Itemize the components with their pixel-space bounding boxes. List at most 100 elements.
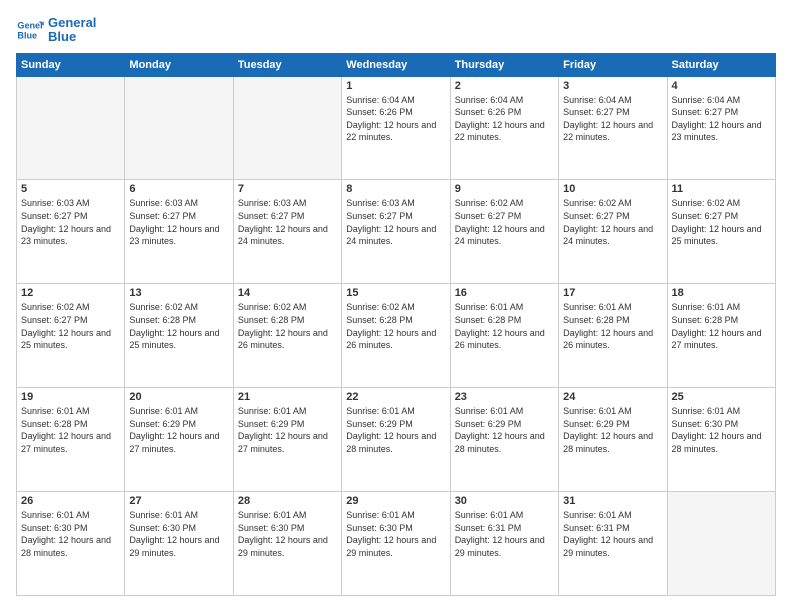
cell-info: Sunrise: 6:03 AMSunset: 6:27 PMDaylight:… [346,197,445,247]
day-number: 16 [455,287,554,299]
calendar-cell: 1 Sunrise: 6:04 AMSunset: 6:26 PMDaylight… [342,76,450,180]
calendar-cell: 15 Sunrise: 6:02 AMSunset: 6:28 PMDayligh… [342,284,450,388]
calendar-cell: 26 Sunrise: 6:01 AMSunset: 6:30 PMDayligh… [17,492,125,596]
day-number: 30 [455,495,554,507]
cell-info: Sunrise: 6:02 AMSunset: 6:27 PMDaylight:… [455,197,554,247]
calendar-cell [667,492,775,596]
weekday-header-monday: Monday [125,53,233,76]
weekday-header-sunday: Sunday [17,53,125,76]
calendar-cell: 7 Sunrise: 6:03 AMSunset: 6:27 PMDaylight… [233,180,341,284]
weekday-header-wednesday: Wednesday [342,53,450,76]
calendar-cell: 11Sunrise: 6:02 AMSunset: 6:27 PMDayligh… [667,180,775,284]
calendar-week-5: 26 Sunrise: 6:01 AMSunset: 6:30 PMDayligh… [17,492,776,596]
day-number: 22 [346,391,445,403]
day-number: 14 [238,287,337,299]
cell-info: Sunrise: 6:01 AMSunset: 6:28 PMDaylight:… [563,301,662,351]
day-number: 2 [455,80,554,92]
day-number: 25 [672,391,771,403]
calendar-cell: 17 Sunrise: 6:01 AMSunset: 6:28 PMDayligh… [559,284,667,388]
calendar-cell: 2 Sunrise: 6:04 AMSunset: 6:26 PMDaylight… [450,76,558,180]
day-number: 31 [563,495,662,507]
day-number: 9 [455,183,554,195]
cell-info: Sunrise: 6:03 AMSunset: 6:27 PMDaylight:… [21,197,120,247]
svg-text:Blue: Blue [17,31,37,41]
logo-text: GeneralBlue [48,16,96,45]
cell-info: Sunrise: 6:01 AMSunset: 6:31 PMDaylight:… [455,509,554,559]
calendar-cell: 29 Sunrise: 6:01 AMSunset: 6:30 PMDayligh… [342,492,450,596]
cell-info: Sunrise: 6:01 AMSunset: 6:29 PMDaylight:… [238,405,337,455]
cell-info: Sunrise: 6:02 AMSunset: 6:27 PMDaylight:… [672,197,771,247]
cell-info: Sunrise: 6:01 AMSunset: 6:30 PMDaylight:… [346,509,445,559]
day-number: 12 [21,287,120,299]
calendar-cell: 24Sunrise: 6:01 AMSunset: 6:29 PMDayligh… [559,388,667,492]
calendar-table: SundayMondayTuesdayWednesdayThursdayFrid… [16,53,776,596]
weekday-header-saturday: Saturday [667,53,775,76]
calendar-cell [125,76,233,180]
day-number: 21 [238,391,337,403]
cell-info: Sunrise: 6:02 AMSunset: 6:27 PMDaylight:… [21,301,120,351]
cell-info: Sunrise: 6:02 AMSunset: 6:28 PMDaylight:… [238,301,337,351]
calendar-cell [233,76,341,180]
logo-icon: General Blue [16,16,44,44]
calendar-cell: 8 Sunrise: 6:03 AMSunset: 6:27 PMDaylight… [342,180,450,284]
weekday-header-friday: Friday [559,53,667,76]
logo: General Blue GeneralBlue [16,16,96,45]
calendar-cell: 9 Sunrise: 6:02 AMSunset: 6:27 PMDaylight… [450,180,558,284]
day-number: 7 [238,183,337,195]
cell-info: Sunrise: 6:01 AMSunset: 6:30 PMDaylight:… [129,509,228,559]
day-number: 15 [346,287,445,299]
calendar-week-3: 12 Sunrise: 6:02 AMSunset: 6:27 PMDayligh… [17,284,776,388]
weekday-header-thursday: Thursday [450,53,558,76]
calendar-cell: 12 Sunrise: 6:02 AMSunset: 6:27 PMDayligh… [17,284,125,388]
page: General Blue GeneralBlue SundayMondayTue… [0,0,792,612]
calendar-cell: 21 Sunrise: 6:01 AMSunset: 6:29 PMDayligh… [233,388,341,492]
day-number: 5 [21,183,120,195]
calendar-week-2: 5 Sunrise: 6:03 AMSunset: 6:27 PMDaylight… [17,180,776,284]
day-number: 13 [129,287,228,299]
day-number: 29 [346,495,445,507]
calendar-cell: 22Sunrise: 6:01 AMSunset: 6:29 PMDayligh… [342,388,450,492]
calendar-week-4: 19 Sunrise: 6:01 AMSunset: 6:28 PMDayligh… [17,388,776,492]
day-number: 19 [21,391,120,403]
cell-info: Sunrise: 6:02 AMSunset: 6:28 PMDaylight:… [346,301,445,351]
day-number: 1 [346,80,445,92]
calendar-cell: 10 Sunrise: 6:02 AMSunset: 6:27 PMDayligh… [559,180,667,284]
cell-info: Sunrise: 6:01 AMSunset: 6:29 PMDaylight:… [455,405,554,455]
calendar-cell: 16Sunrise: 6:01 AMSunset: 6:28 PMDayligh… [450,284,558,388]
day-number: 26 [21,495,120,507]
day-number: 27 [129,495,228,507]
day-number: 20 [129,391,228,403]
day-number: 6 [129,183,228,195]
cell-info: Sunrise: 6:03 AMSunset: 6:27 PMDaylight:… [129,197,228,247]
cell-info: Sunrise: 6:02 AMSunset: 6:27 PMDaylight:… [563,197,662,247]
cell-info: Sunrise: 6:01 AMSunset: 6:31 PMDaylight:… [563,509,662,559]
cell-info: Sunrise: 6:01 AMSunset: 6:28 PMDaylight:… [672,301,771,351]
cell-info: Sunrise: 6:04 AMSunset: 6:26 PMDaylight:… [346,94,445,144]
calendar-cell: 19 Sunrise: 6:01 AMSunset: 6:28 PMDayligh… [17,388,125,492]
weekday-header-row: SundayMondayTuesdayWednesdayThursdayFrid… [17,53,776,76]
calendar-cell: 14 Sunrise: 6:02 AMSunset: 6:28 PMDayligh… [233,284,341,388]
weekday-header-tuesday: Tuesday [233,53,341,76]
day-number: 17 [563,287,662,299]
calendar-week-1: 1 Sunrise: 6:04 AMSunset: 6:26 PMDaylight… [17,76,776,180]
cell-info: Sunrise: 6:03 AMSunset: 6:27 PMDaylight:… [238,197,337,247]
header: General Blue GeneralBlue [16,16,776,45]
calendar-cell: 28Sunrise: 6:01 AMSunset: 6:30 PMDayligh… [233,492,341,596]
cell-info: Sunrise: 6:04 AMSunset: 6:26 PMDaylight:… [455,94,554,144]
day-number: 10 [563,183,662,195]
cell-info: Sunrise: 6:01 AMSunset: 6:30 PMDaylight:… [672,405,771,455]
cell-info: Sunrise: 6:04 AMSunset: 6:27 PMDaylight:… [672,94,771,144]
calendar-cell: 18Sunrise: 6:01 AMSunset: 6:28 PMDayligh… [667,284,775,388]
cell-info: Sunrise: 6:04 AMSunset: 6:27 PMDaylight:… [563,94,662,144]
calendar-cell: 4Sunrise: 6:04 AMSunset: 6:27 PMDaylight… [667,76,775,180]
calendar-cell: 5 Sunrise: 6:03 AMSunset: 6:27 PMDaylight… [17,180,125,284]
cell-info: Sunrise: 6:01 AMSunset: 6:29 PMDaylight:… [129,405,228,455]
calendar-cell: 25 Sunrise: 6:01 AMSunset: 6:30 PMDayligh… [667,388,775,492]
cell-info: Sunrise: 6:01 AMSunset: 6:30 PMDaylight:… [21,509,120,559]
calendar-cell: 31 Sunrise: 6:01 AMSunset: 6:31 PMDayligh… [559,492,667,596]
cell-info: Sunrise: 6:01 AMSunset: 6:28 PMDaylight:… [21,405,120,455]
day-number: 24 [563,391,662,403]
day-number: 8 [346,183,445,195]
cell-info: Sunrise: 6:02 AMSunset: 6:28 PMDaylight:… [129,301,228,351]
calendar-cell: 30 Sunrise: 6:01 AMSunset: 6:31 PMDayligh… [450,492,558,596]
